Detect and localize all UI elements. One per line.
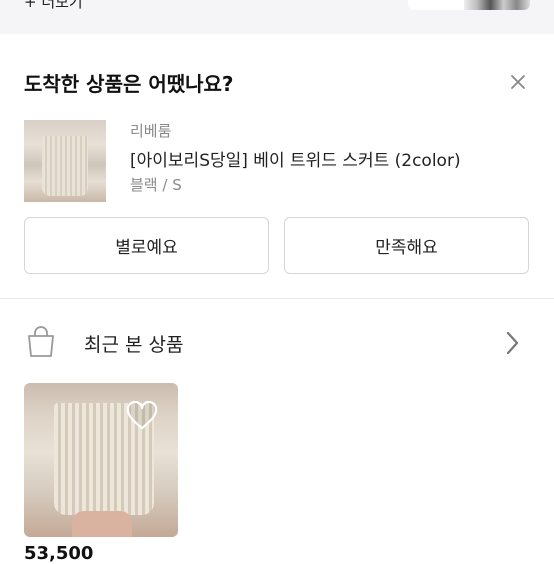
top-thumbnail-image	[464, 0, 530, 10]
review-card-title: 도착한 상품은 어땠나요?	[24, 72, 234, 96]
recent-products-title: 최근 본 상품	[84, 334, 184, 356]
top-strip: + 더보기	[0, 0, 554, 34]
more-link[interactable]: + 더보기	[24, 0, 83, 12]
recent-product-item[interactable]	[24, 383, 178, 537]
recent-product-image-legs	[72, 511, 132, 537]
shopping-bag-icon	[28, 326, 54, 357]
section-divider	[0, 298, 554, 299]
product-option: 블랙 / S	[130, 176, 182, 194]
rating-good-button[interactable]: 만족해요	[284, 217, 529, 274]
product-image-skirt	[42, 136, 88, 196]
product-image[interactable]	[24, 120, 106, 202]
heart-icon[interactable]	[126, 401, 158, 431]
top-thumbnail[interactable]	[408, 0, 530, 10]
rating-bad-button[interactable]: 별로예요	[24, 217, 269, 274]
chevron-right-icon[interactable]	[500, 329, 524, 357]
product-name[interactable]: [아이보리S당일] 베이 트위드 스커트 (2color)	[130, 146, 461, 171]
close-icon[interactable]	[506, 70, 530, 94]
product-brand: 리베룸	[130, 122, 172, 140]
